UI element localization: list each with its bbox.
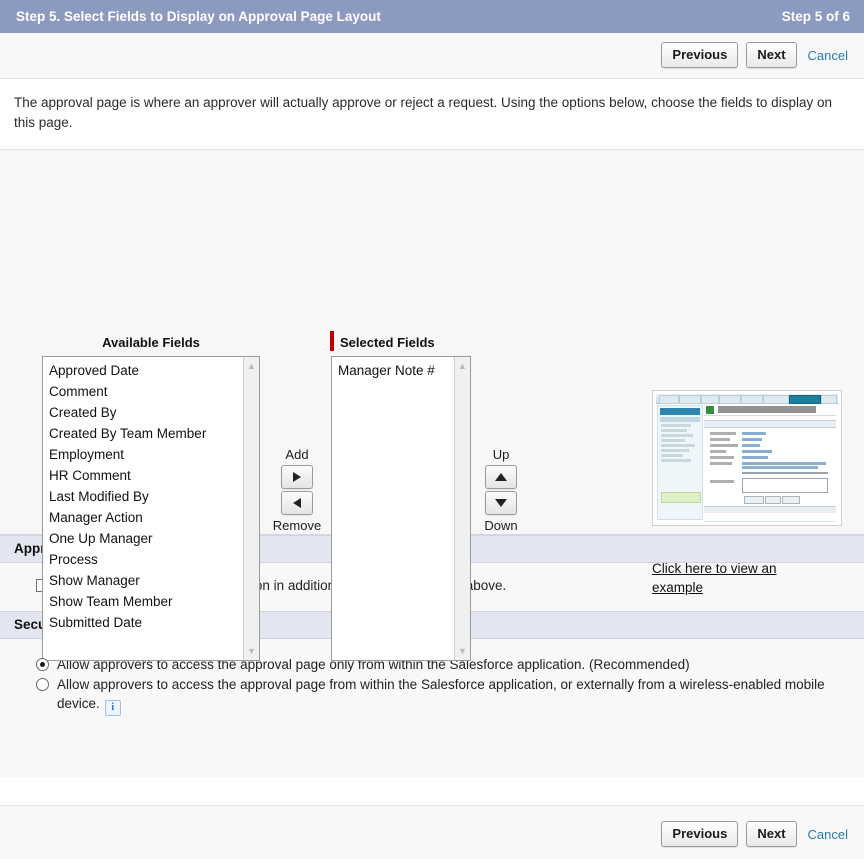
next-button-bottom[interactable]: Next bbox=[746, 821, 796, 847]
list-item[interactable]: Employment bbox=[47, 444, 244, 465]
list-item[interactable]: Approved Date bbox=[47, 360, 244, 381]
info-icon[interactable]: i bbox=[105, 700, 121, 716]
view-example-link[interactable]: Click here to view an example bbox=[652, 559, 802, 597]
list-item[interactable]: Submitted Date bbox=[47, 612, 244, 633]
wizard-title-bar: Step 5. Select Fields to Display on Appr… bbox=[0, 0, 864, 33]
move-up-button[interactable] bbox=[485, 465, 517, 489]
cancel-link-top[interactable]: Cancel bbox=[805, 48, 850, 63]
list-item[interactable]: Process bbox=[47, 549, 244, 570]
scroll-down-icon[interactable]: ▼ bbox=[455, 644, 470, 658]
page-title: Step 5. Select Fields to Display on Appr… bbox=[16, 9, 381, 24]
list-item[interactable]: Created By Team Member bbox=[47, 423, 244, 444]
scroll-up-icon[interactable]: ▲ bbox=[244, 359, 259, 373]
selected-fields-listbox[interactable]: Manager Note # ▲ ▼ bbox=[331, 356, 471, 661]
example-thumbnail-image bbox=[656, 394, 838, 522]
previous-button-top[interactable]: Previous bbox=[661, 42, 738, 68]
arrow-up-icon bbox=[495, 473, 507, 481]
add-button[interactable] bbox=[281, 465, 313, 489]
list-item[interactable]: Show Manager bbox=[47, 570, 244, 591]
remove-label: Remove bbox=[266, 517, 328, 534]
add-remove-controls: Add Remove bbox=[266, 446, 328, 534]
arrow-down-icon bbox=[495, 499, 507, 507]
list-item[interactable]: HR Comment bbox=[47, 465, 244, 486]
bottom-button-row: Previous Next Cancel bbox=[0, 805, 864, 859]
down-label: Down bbox=[470, 517, 532, 534]
available-fields-options[interactable]: Approved DateCommentCreated ByCreated By… bbox=[43, 357, 244, 660]
thumb-main-content bbox=[704, 405, 836, 520]
security-option-row-2: Allow approvers to access the approval p… bbox=[36, 675, 850, 716]
scroll-down-icon[interactable]: ▼ bbox=[244, 644, 259, 658]
security-option-radio-internal[interactable] bbox=[36, 658, 49, 671]
up-label: Up bbox=[470, 446, 532, 463]
list-item[interactable]: Show Team Member bbox=[47, 591, 244, 612]
available-fields-scrollbar[interactable]: ▲ ▼ bbox=[243, 357, 259, 660]
selected-fields-options[interactable]: Manager Note # bbox=[332, 357, 455, 660]
available-fields-heading: Available Fields bbox=[42, 335, 260, 350]
thumb-sidebar bbox=[657, 405, 703, 520]
up-down-controls: Up Down bbox=[470, 446, 532, 534]
required-field-indicator bbox=[330, 331, 334, 351]
move-down-button[interactable] bbox=[485, 491, 517, 515]
next-button-top[interactable]: Next bbox=[746, 42, 796, 68]
field-picker-panel: Available Fields Selected Fields Approve… bbox=[0, 150, 864, 535]
previous-button-bottom[interactable]: Previous bbox=[661, 821, 738, 847]
scroll-up-icon[interactable]: ▲ bbox=[455, 359, 470, 373]
step-indicator: Step 5 of 6 bbox=[782, 9, 850, 24]
list-item[interactable]: Comment bbox=[47, 381, 244, 402]
list-item[interactable]: Created By bbox=[47, 402, 244, 423]
list-item[interactable]: Last Modified By bbox=[47, 486, 244, 507]
selected-fields-heading: Selected Fields bbox=[340, 335, 470, 350]
security-option-radio-mobile[interactable] bbox=[36, 678, 49, 691]
spacer bbox=[0, 733, 864, 777]
remove-button[interactable] bbox=[281, 491, 313, 515]
top-button-row: Previous Next Cancel bbox=[0, 33, 864, 79]
cancel-link-bottom[interactable]: Cancel bbox=[805, 827, 850, 842]
available-fields-listbox[interactable]: Approved DateCommentCreated ByCreated By… bbox=[42, 356, 260, 661]
example-thumbnail[interactable] bbox=[652, 390, 842, 526]
list-item[interactable]: Manager Note # bbox=[336, 360, 455, 381]
selected-fields-scrollbar[interactable]: ▲ ▼ bbox=[454, 357, 470, 660]
add-label: Add bbox=[266, 446, 328, 463]
list-item[interactable]: Manager Action bbox=[47, 507, 244, 528]
security-option-label-mobile: Allow approvers to access the approval p… bbox=[57, 675, 850, 716]
list-item[interactable]: One Up Manager bbox=[47, 528, 244, 549]
intro-description: The approval page is where an approver w… bbox=[0, 79, 864, 150]
arrow-right-icon bbox=[293, 472, 301, 482]
arrow-left-icon bbox=[293, 498, 301, 508]
